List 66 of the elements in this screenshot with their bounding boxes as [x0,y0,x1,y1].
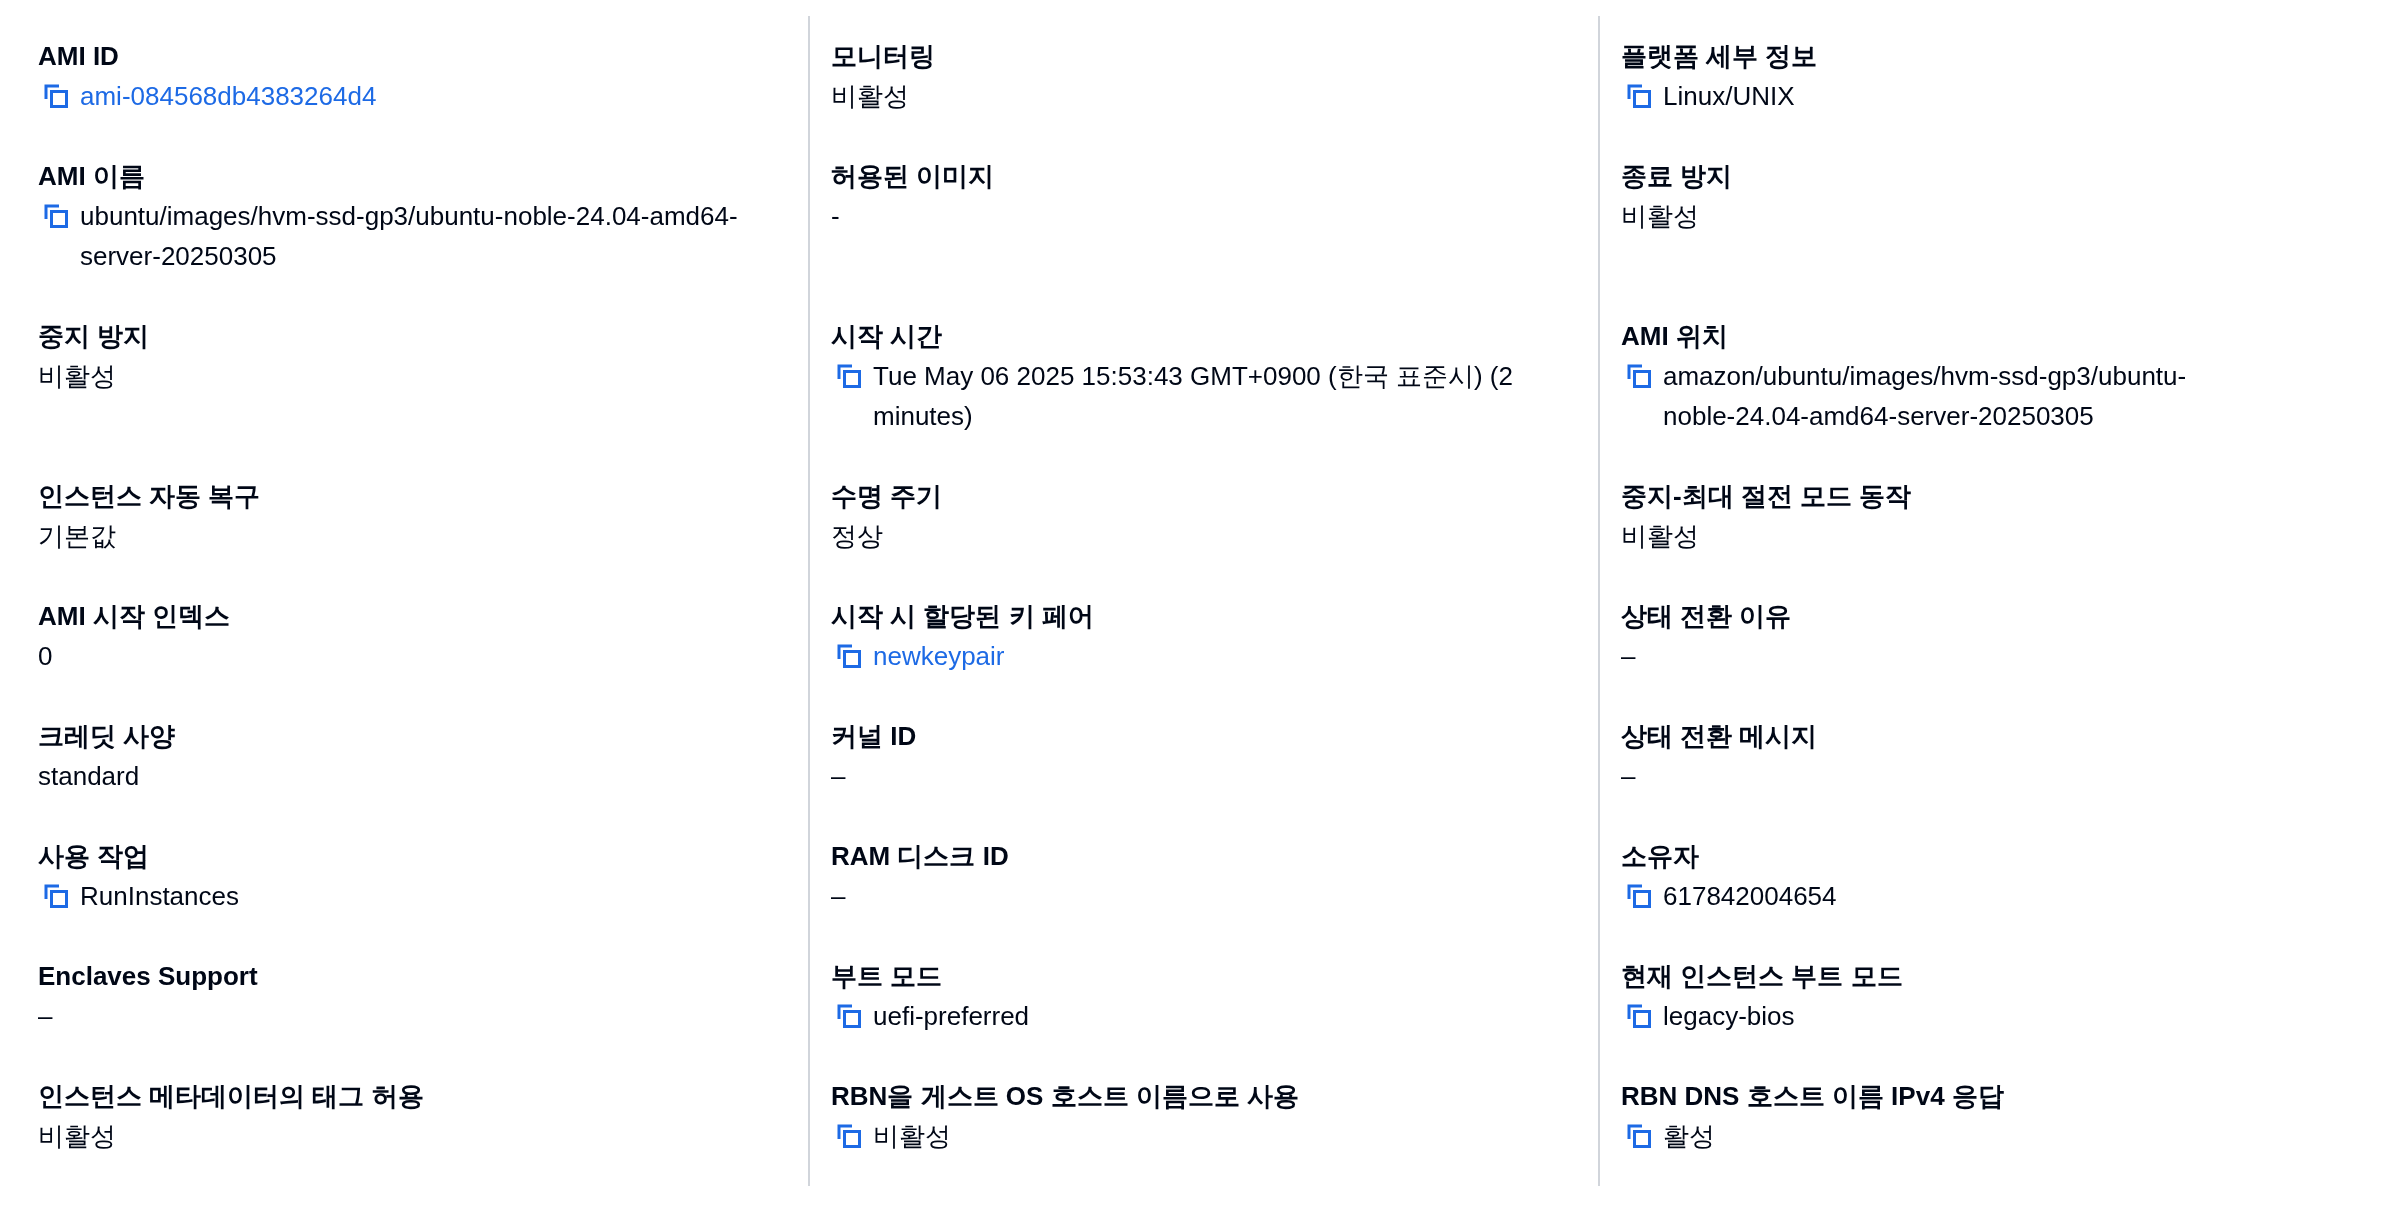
field-label: AMI 시작 인덱스 [38,600,232,633]
field-label: RBN을 게스트 OS 호스트 이름으로 사용 [831,1080,1300,1113]
copy-icon[interactable] [44,884,68,908]
field-label: Enclaves Support [38,960,259,993]
field-value: – [831,880,847,913]
field-value: 기본값 [38,520,117,553]
field-value: 0 [38,640,54,673]
field-label: 모니터링 [831,40,936,73]
copy-icon[interactable] [837,1004,861,1028]
field-value: legacy-bios [1663,1000,1795,1033]
field-value: – [1621,760,1637,793]
field-label: 허용된 이미지 [831,160,996,193]
field-label: 부트 모드 [831,960,944,993]
copy-icon[interactable] [837,1124,861,1148]
field-label: 플랫폼 세부 정보 [1621,40,1819,73]
field-value: 617842004654 [1663,880,1837,913]
field-label: RBN DNS 호스트 이름 IPv4 응답 [1621,1080,2005,1113]
field-label: 시작 시 할당된 키 페어 [831,600,1095,633]
copy-icon[interactable] [837,644,861,668]
field-label: 상태 전환 메시지 [1621,720,1819,753]
field-value: Tue May 06 2025 15:53:43 GMT+0900 (한국 표준시) (2 minutes) [873,360,1514,433]
value-link[interactable]: newkeypair [873,636,1005,676]
field-label: 사용 작업 [38,840,151,873]
field-value: 활성 [1663,1120,1715,1153]
field-label: 상태 전환 이유 [1621,600,1793,633]
field-value: - [831,200,841,233]
field-label: 수명 주기 [831,480,944,513]
copy-icon[interactable] [1627,1124,1651,1148]
field-value: uefi-preferred [873,1000,1030,1033]
field-label: 시작 시간 [831,320,944,353]
field-value: 비활성 [873,1120,951,1153]
field-value: 비활성 [1621,200,1700,233]
field-label: 커널 ID [831,720,918,753]
field-label: 크레딧 사양 [38,720,177,753]
copy-icon[interactable] [1627,1004,1651,1028]
field-label: 중지-최대 절전 모드 동작 [1621,480,1913,513]
field-value: 비활성 [831,80,910,113]
copy-icon[interactable] [1627,364,1651,388]
value-link[interactable]: ami-084568db4383264d4 [80,76,377,116]
field-value: – [1621,640,1637,673]
copy-icon[interactable] [44,84,68,108]
field-value: Linux/UNIX [1663,80,1795,113]
field-label: 소유자 [1621,840,1700,873]
field-label: 현재 인스턴스 부트 모드 [1621,960,1904,993]
field-value: 비활성 [1621,520,1700,553]
field-value: RunInstances [80,880,239,913]
field-value: amazon/ubuntu/images/hvm-ssd-gp3/ubuntu-noble-24.04-amd64-server-20250305 [1663,360,2188,433]
field-value: – [38,1000,54,1033]
field-value: standard [38,760,141,793]
field-label: RAM 디스크 ID [831,840,1010,873]
field-label: 인스턴스 자동 복구 [38,480,262,513]
field-value: 비활성 [38,360,117,393]
field-label: 종료 방지 [1621,160,1734,193]
field-value: – [831,760,847,793]
field-label: AMI 이름 [38,160,146,193]
copy-icon[interactable] [1627,884,1651,908]
field-label: AMI ID [38,40,120,73]
copy-icon[interactable] [1627,84,1651,108]
field-value: 정상 [831,520,884,553]
field-label: 중지 방지 [38,320,151,353]
field-value: 비활성 [38,1120,117,1153]
field-value: ubuntu/images/hvm-ssd-gp3/ubuntu-noble-24.04-amd64-server-20250305 [80,200,739,273]
field-label: AMI 위치 [1621,320,1729,353]
copy-icon[interactable] [44,204,68,228]
copy-icon[interactable] [837,364,861,388]
field-label: 인스턴스 메타데이터의 태그 허용 [38,1080,425,1113]
